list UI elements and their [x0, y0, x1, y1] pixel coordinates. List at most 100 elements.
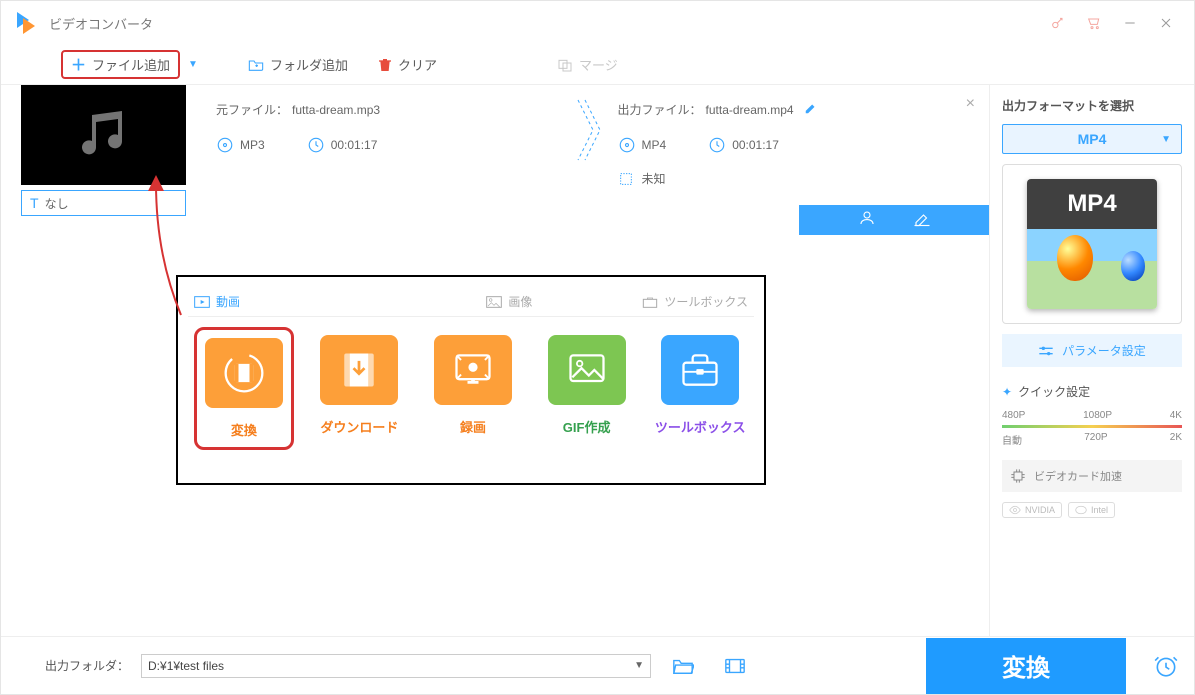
bottom-bar: 出力フォルダ： D:¥1¥test files ▼ 変換	[1, 636, 1194, 694]
key-icon[interactable]	[1040, 7, 1076, 39]
res-auto: 自動	[1002, 432, 1022, 447]
app-logo	[17, 12, 39, 34]
add-file-dropdown-caret[interactable]: ▼	[188, 59, 198, 70]
add-file-label: ファイル追加	[92, 55, 170, 74]
intel-badge: Intel	[1068, 502, 1115, 518]
plus-icon: ＋	[71, 54, 86, 75]
output-duration: 00:01:17	[732, 138, 779, 152]
card-download-label: ダウンロード	[320, 417, 398, 436]
output-folder-label: 出力フォルダ：	[45, 657, 129, 674]
chip-icon	[1010, 468, 1026, 484]
format-select[interactable]: MP4 ▼	[1002, 124, 1182, 154]
video-icon	[194, 295, 210, 309]
folder-open-icon	[672, 656, 694, 676]
output-folder-select[interactable]: D:¥1¥test files ▼	[141, 654, 651, 678]
nvidia-badge: NVIDIA	[1002, 502, 1062, 518]
output-filename: futta-dream.mp4	[706, 103, 794, 117]
convert-button[interactable]: 変換	[926, 638, 1126, 694]
source-file-panel: 元ファイル： futta-dream.mp3 MP3 00:01:17	[186, 85, 588, 215]
close-button[interactable]	[1148, 7, 1184, 39]
convert-icon	[205, 338, 283, 408]
title-value: なし	[45, 195, 69, 212]
format-preview-image	[1027, 229, 1157, 309]
card-toolbox-label: ツールボックス	[655, 417, 746, 436]
popup-tab-toolbox-label: ツールボックス	[664, 293, 748, 310]
mode-popup: 動画 画像 ツールボックス	[176, 275, 766, 485]
res-720p: 720P	[1084, 432, 1107, 447]
parameter-settings-label: パラメータ設定	[1062, 342, 1146, 359]
convert-button-label: 変換	[1002, 648, 1050, 683]
popup-tab-image[interactable]: 画像	[486, 293, 532, 310]
res-2k: 2K	[1170, 432, 1182, 447]
gpu-badges: NVIDIA Intel	[1002, 502, 1182, 518]
music-note-icon	[74, 105, 134, 165]
popup-tab-video[interactable]: 動画	[194, 293, 240, 310]
eye-icon	[1009, 505, 1021, 515]
title-input[interactable]: T なし	[21, 190, 186, 216]
output-size: 未知	[642, 170, 666, 187]
file-action-tabs	[799, 205, 989, 235]
folder-plus-icon	[248, 58, 264, 72]
output-label: 出力ファイル：	[618, 101, 702, 118]
chevron-down-icon: ▼	[1161, 134, 1171, 145]
add-folder-label: フォルダ追加	[270, 55, 348, 74]
file-row: T なし 元ファイル： futta-dream.mp3 MP3	[1, 85, 989, 215]
toolbox-icon	[642, 295, 658, 309]
card-convert[interactable]: 変換	[194, 327, 294, 450]
output-format: MP4	[642, 138, 667, 152]
titlebar: ビデオコンバータ	[1, 1, 1194, 45]
person-tab[interactable]	[858, 209, 876, 232]
resolution-slider[interactable]: 480P 1080P 4K 自動 720P 2K	[1002, 410, 1182, 450]
alarm-clock-icon	[1153, 653, 1179, 679]
merge-label: マージ	[579, 55, 618, 74]
app-title: ビデオコンバータ	[49, 14, 1040, 33]
popup-tab-video-label: 動画	[216, 293, 240, 310]
hw-accel-button[interactable]: ビデオカード加速	[1002, 460, 1182, 492]
format-disc-icon	[618, 136, 636, 154]
card-record[interactable]: 録画	[425, 335, 521, 450]
minimize-button[interactable]	[1112, 7, 1148, 39]
remove-file-button[interactable]: ×	[966, 95, 975, 113]
source-duration: 00:01:17	[331, 138, 378, 152]
card-gif[interactable]: GIF作成	[539, 335, 635, 450]
open-folder-button[interactable]	[663, 646, 703, 686]
clock-icon	[708, 136, 726, 154]
card-toolbox[interactable]: ツールボックス	[652, 335, 748, 450]
popup-tab-image-label: 画像	[508, 293, 532, 310]
hw-accel-label: ビデオカード加速	[1034, 468, 1122, 484]
clock-icon	[307, 136, 325, 154]
clear-button[interactable]: クリア	[378, 55, 437, 74]
film-folder-button[interactable]	[715, 646, 755, 686]
cart-icon[interactable]	[1076, 7, 1112, 39]
edit-filename-button[interactable]	[804, 101, 818, 118]
clear-label: クリア	[398, 55, 437, 74]
chevron-divider-icon	[573, 95, 603, 165]
popup-tab-toolbox[interactable]: ツールボックス	[642, 293, 748, 310]
quick-settings-title: クイック設定	[1002, 383, 1182, 400]
merge-button[interactable]: マージ	[557, 55, 618, 74]
right-panel: 出力フォーマットを選択 MP4 ▼ MP4 パラメータ設定 クイック設定 4	[989, 85, 1194, 636]
card-download[interactable]: ダウンロード	[312, 335, 408, 450]
sliders-icon	[1038, 345, 1054, 357]
image-icon	[486, 295, 502, 309]
output-file-panel: 出力ファイル： futta-dream.mp4 MP4	[588, 85, 990, 215]
briefcase-icon	[661, 335, 739, 405]
trash-icon	[378, 57, 392, 73]
res-1080p: 1080P	[1083, 410, 1112, 421]
source-format: MP3	[240, 138, 265, 152]
schedule-button[interactable]	[1138, 638, 1194, 694]
add-file-button[interactable]: ＋ ファイル追加	[61, 50, 180, 79]
res-4k: 4K	[1170, 410, 1182, 421]
file-thumbnail[interactable]	[21, 85, 186, 185]
format-select-value: MP4	[1078, 131, 1107, 147]
source-filename: futta-dream.mp3	[292, 103, 380, 117]
gif-icon	[548, 335, 626, 405]
parameter-settings-button[interactable]: パラメータ設定	[1002, 334, 1182, 367]
add-folder-button[interactable]: フォルダ追加	[248, 55, 348, 74]
output-format-title: 出力フォーマットを選択	[1002, 97, 1182, 114]
toolbar: ＋ ファイル追加 ▼ フォルダ追加 クリア マージ	[1, 45, 1194, 85]
card-gif-label: GIF作成	[563, 417, 611, 436]
source-label: 元ファイル：	[216, 101, 288, 118]
format-badge: MP4	[1027, 179, 1157, 229]
edit-tab[interactable]	[913, 209, 931, 232]
